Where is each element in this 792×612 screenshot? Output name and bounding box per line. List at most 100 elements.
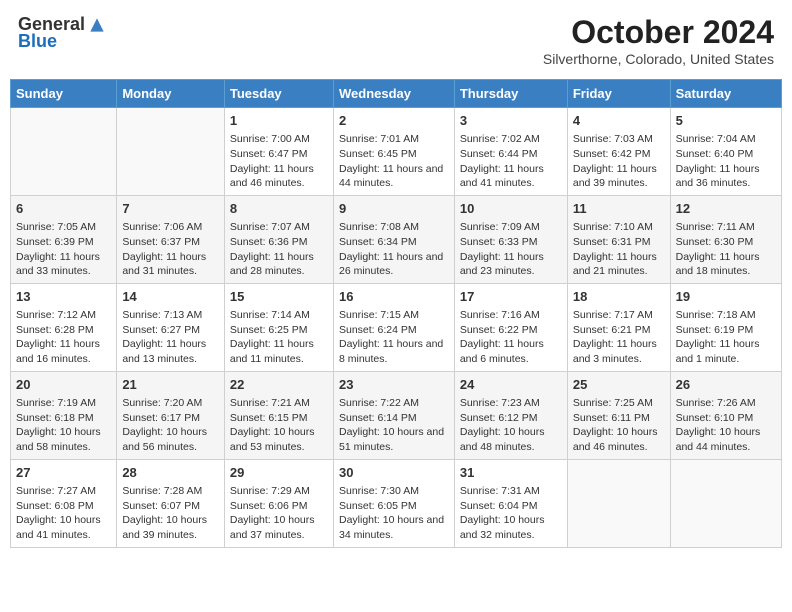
- day-info: Sunrise: 7:04 AM: [676, 132, 776, 147]
- day-info: Sunset: 6:18 PM: [16, 411, 111, 426]
- day-info: Daylight: 10 hours and 56 minutes.: [122, 425, 219, 454]
- day-info: Sunrise: 7:02 AM: [460, 132, 562, 147]
- calendar-cell: [670, 459, 781, 547]
- page-header: General Blue October 2024 Silverthorne, …: [10, 10, 782, 71]
- calendar-cell: 6Sunrise: 7:05 AMSunset: 6:39 PMDaylight…: [11, 195, 117, 283]
- day-info: Daylight: 11 hours and 23 minutes.: [460, 250, 562, 279]
- day-info: Sunrise: 7:26 AM: [676, 396, 776, 411]
- day-info: Sunset: 6:27 PM: [122, 323, 219, 338]
- day-info: Daylight: 11 hours and 33 minutes.: [16, 250, 111, 279]
- day-info: Sunrise: 7:11 AM: [676, 220, 776, 235]
- day-info: Sunset: 6:04 PM: [460, 499, 562, 514]
- day-info: Sunset: 6:15 PM: [230, 411, 328, 426]
- day-number: 14: [122, 288, 219, 306]
- calendar-cell: 1Sunrise: 7:00 AMSunset: 6:47 PMDaylight…: [224, 108, 333, 196]
- day-info: Sunrise: 7:08 AM: [339, 220, 449, 235]
- calendar-cell: 21Sunrise: 7:20 AMSunset: 6:17 PMDayligh…: [117, 371, 225, 459]
- day-info: Daylight: 10 hours and 32 minutes.: [460, 513, 562, 542]
- day-number: 13: [16, 288, 111, 306]
- day-info: Daylight: 11 hours and 44 minutes.: [339, 162, 449, 191]
- day-info: Daylight: 10 hours and 39 minutes.: [122, 513, 219, 542]
- calendar-cell: 17Sunrise: 7:16 AMSunset: 6:22 PMDayligh…: [454, 283, 567, 371]
- day-info: Sunrise: 7:21 AM: [230, 396, 328, 411]
- day-info: Sunrise: 7:18 AM: [676, 308, 776, 323]
- dow-header: Friday: [567, 80, 670, 108]
- day-info: Daylight: 11 hours and 3 minutes.: [573, 337, 665, 366]
- calendar-cell: 4Sunrise: 7:03 AMSunset: 6:42 PMDaylight…: [567, 108, 670, 196]
- day-info: Daylight: 11 hours and 41 minutes.: [460, 162, 562, 191]
- day-info: Daylight: 10 hours and 46 minutes.: [573, 425, 665, 454]
- day-number: 7: [122, 200, 219, 218]
- calendar-cell: 10Sunrise: 7:09 AMSunset: 6:33 PMDayligh…: [454, 195, 567, 283]
- day-info: Daylight: 10 hours and 53 minutes.: [230, 425, 328, 454]
- location: Silverthorne, Colorado, United States: [543, 51, 774, 67]
- day-info: Sunrise: 7:28 AM: [122, 484, 219, 499]
- day-info: Sunset: 6:40 PM: [676, 147, 776, 162]
- day-number: 17: [460, 288, 562, 306]
- calendar-cell: 28Sunrise: 7:28 AMSunset: 6:07 PMDayligh…: [117, 459, 225, 547]
- day-number: 27: [16, 464, 111, 482]
- day-info: Sunrise: 7:07 AM: [230, 220, 328, 235]
- calendar-cell: 24Sunrise: 7:23 AMSunset: 6:12 PMDayligh…: [454, 371, 567, 459]
- dow-header: Tuesday: [224, 80, 333, 108]
- day-info: Sunset: 6:31 PM: [573, 235, 665, 250]
- day-info: Daylight: 11 hours and 21 minutes.: [573, 250, 665, 279]
- day-info: Daylight: 11 hours and 46 minutes.: [230, 162, 328, 191]
- day-info: Sunrise: 7:05 AM: [16, 220, 111, 235]
- month-title: October 2024: [543, 14, 774, 51]
- day-number: 11: [573, 200, 665, 218]
- day-info: Sunset: 6:37 PM: [122, 235, 219, 250]
- day-info: Sunset: 6:44 PM: [460, 147, 562, 162]
- day-info: Sunset: 6:11 PM: [573, 411, 665, 426]
- day-number: 29: [230, 464, 328, 482]
- day-info: Sunset: 6:33 PM: [460, 235, 562, 250]
- day-info: Sunrise: 7:23 AM: [460, 396, 562, 411]
- calendar-cell: 19Sunrise: 7:18 AMSunset: 6:19 PMDayligh…: [670, 283, 781, 371]
- day-number: 30: [339, 464, 449, 482]
- day-info: Sunset: 6:14 PM: [339, 411, 449, 426]
- calendar-cell: 23Sunrise: 7:22 AMSunset: 6:14 PMDayligh…: [333, 371, 454, 459]
- calendar-cell: 22 Sunrise: 7:21 AMSunset: 6:15 PMDayligh…: [224, 371, 333, 459]
- calendar-cell: 9Sunrise: 7:08 AMSunset: 6:34 PMDaylight…: [333, 195, 454, 283]
- day-info: Sunset: 6:47 PM: [230, 147, 328, 162]
- day-info: Sunrise: 7:10 AM: [573, 220, 665, 235]
- day-info: Daylight: 10 hours and 51 minutes.: [339, 425, 449, 454]
- calendar-cell: 27Sunrise: 7:27 AMSunset: 6:08 PMDayligh…: [11, 459, 117, 547]
- calendar-table: SundayMondayTuesdayWednesdayThursdayFrid…: [10, 79, 782, 548]
- day-info: Daylight: 11 hours and 39 minutes.: [573, 162, 665, 191]
- calendar-cell: 16Sunrise: 7:15 AMSunset: 6:24 PMDayligh…: [333, 283, 454, 371]
- day-number: 10: [460, 200, 562, 218]
- day-info: Sunrise: 7:01 AM: [339, 132, 449, 147]
- day-info: Sunset: 6:28 PM: [16, 323, 111, 338]
- day-info: Daylight: 11 hours and 11 minutes.: [230, 337, 328, 366]
- day-info: Sunset: 6:39 PM: [16, 235, 111, 250]
- calendar-cell: 31Sunrise: 7:31 AMSunset: 6:04 PMDayligh…: [454, 459, 567, 547]
- day-number: 25: [573, 376, 665, 394]
- day-info: Sunset: 6:17 PM: [122, 411, 219, 426]
- day-info: Sunset: 6:10 PM: [676, 411, 776, 426]
- day-info: Daylight: 11 hours and 1 minute.: [676, 337, 776, 366]
- day-info: Sunrise: 7:19 AM: [16, 396, 111, 411]
- day-info: Sunrise: 7:00 AM: [230, 132, 328, 147]
- day-number: 24: [460, 376, 562, 394]
- calendar-cell: 18Sunrise: 7:17 AMSunset: 6:21 PMDayligh…: [567, 283, 670, 371]
- calendar-cell: 14Sunrise: 7:13 AMSunset: 6:27 PMDayligh…: [117, 283, 225, 371]
- day-info: Daylight: 11 hours and 13 minutes.: [122, 337, 219, 366]
- day-info: Sunset: 6:34 PM: [339, 235, 449, 250]
- day-info: Sunset: 6:24 PM: [339, 323, 449, 338]
- day-info: Daylight: 10 hours and 44 minutes.: [676, 425, 776, 454]
- calendar-cell: 8Sunrise: 7:07 AMSunset: 6:36 PMDaylight…: [224, 195, 333, 283]
- day-info: Sunset: 6:19 PM: [676, 323, 776, 338]
- logo: General Blue: [18, 14, 107, 52]
- day-info: Sunrise: 7:17 AM: [573, 308, 665, 323]
- day-info: Sunrise: 7:03 AM: [573, 132, 665, 147]
- day-info: Daylight: 11 hours and 28 minutes.: [230, 250, 328, 279]
- day-info: Sunrise: 7:14 AM: [230, 308, 328, 323]
- day-info: Sunset: 6:25 PM: [230, 323, 328, 338]
- day-number: 16: [339, 288, 449, 306]
- day-number: 22: [230, 376, 328, 394]
- day-info: Sunrise: 7:29 AM: [230, 484, 328, 499]
- calendar-cell: 7Sunrise: 7:06 AMSunset: 6:37 PMDaylight…: [117, 195, 225, 283]
- dow-header: Thursday: [454, 80, 567, 108]
- day-info: Sunrise: 7:25 AM: [573, 396, 665, 411]
